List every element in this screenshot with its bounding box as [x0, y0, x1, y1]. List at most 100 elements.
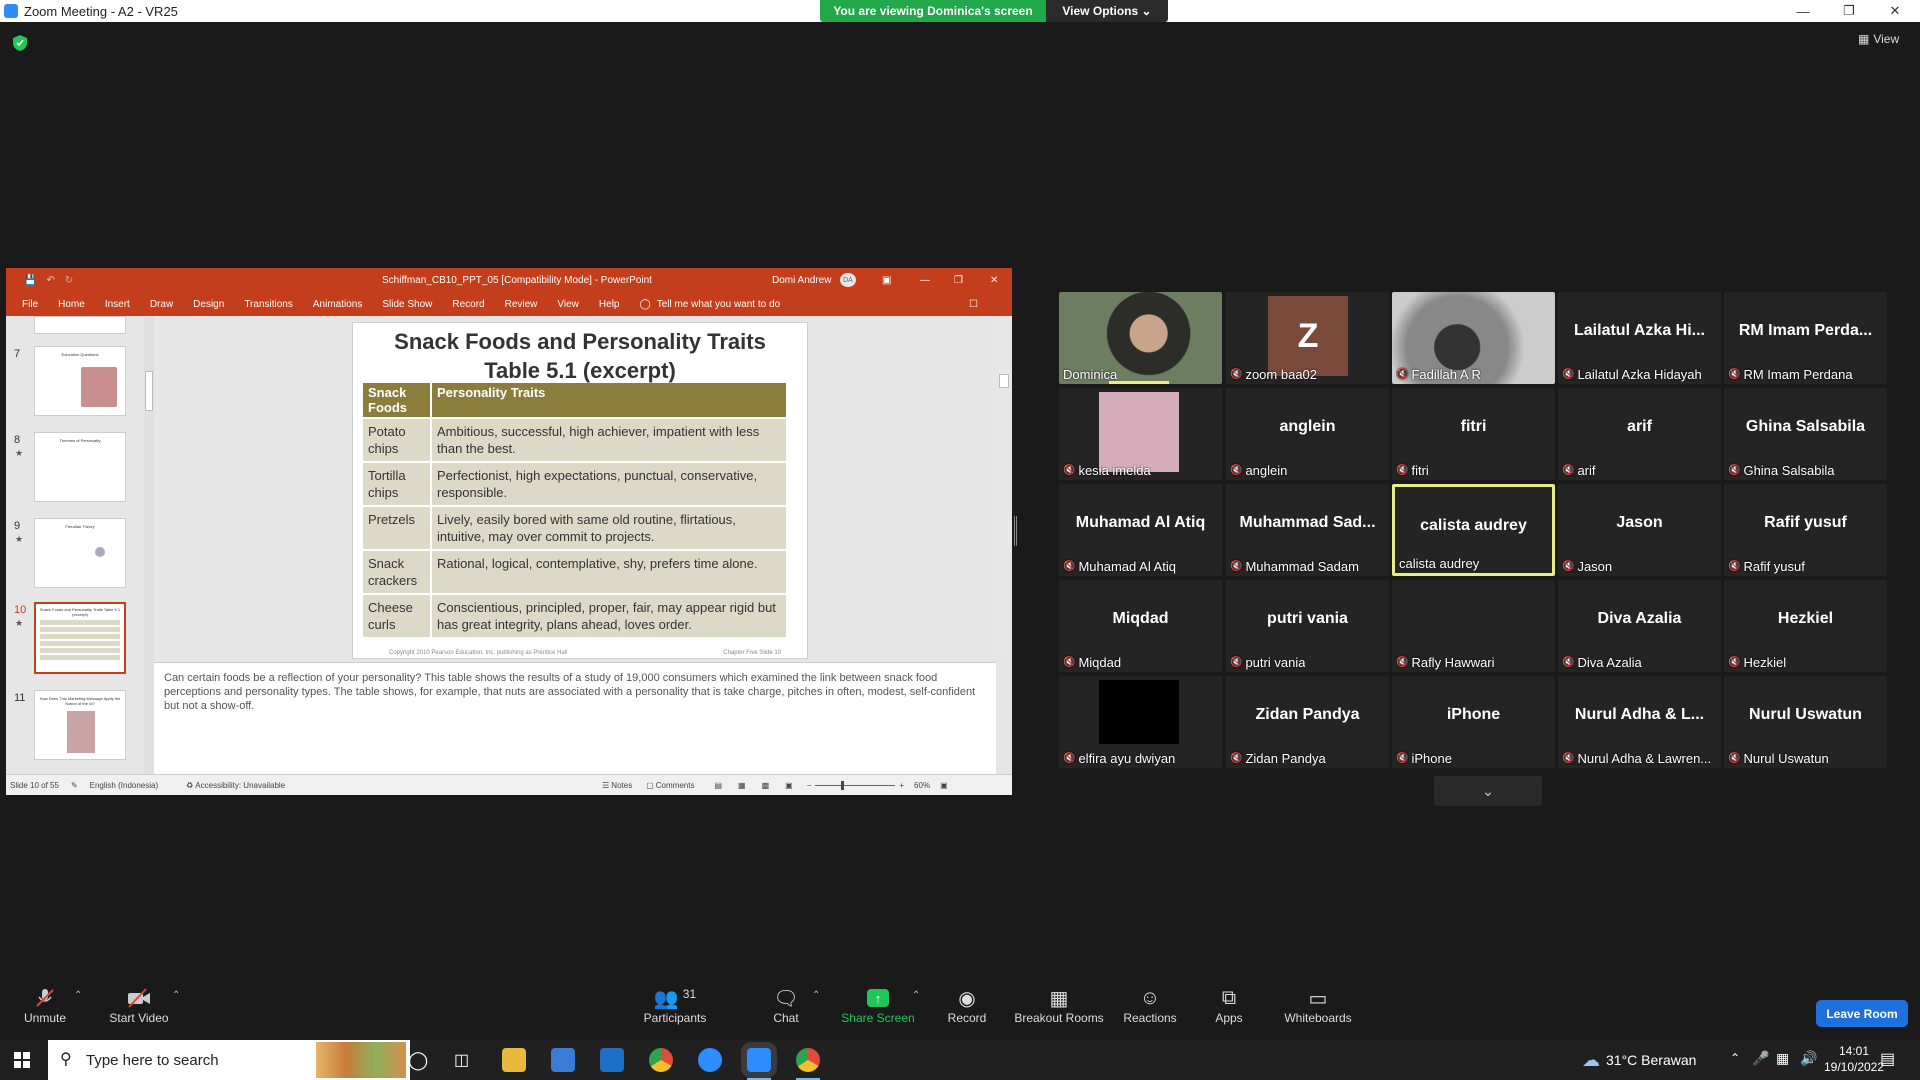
participant-tile[interactable]: Diva Azalia 🔇 Diva Azalia [1558, 580, 1721, 672]
share-options-caret[interactable]: ⌃ [912, 990, 920, 1001]
current-slide[interactable]: Snack Foods and Personality Traits Table… [352, 322, 808, 659]
participant-tile[interactable]: iPhone 🔇 iPhone [1392, 676, 1555, 768]
language-indicator[interactable]: English (Indonesia) [90, 781, 158, 790]
weather-widget[interactable]: ☁ 31°C Berawan [1582, 1040, 1696, 1080]
video-options-caret[interactable]: ⌃ [172, 990, 180, 1001]
ribbon-tab-transitions[interactable]: Transitions [244, 299, 293, 310]
participants-button[interactable]: 👥 31 Participants [640, 985, 710, 1025]
record-button[interactable]: ◉ Record [942, 985, 992, 1026]
slide-thumbnail-6[interactable] [34, 316, 126, 334]
gallery-next-page-button[interactable]: ⌄ [1434, 776, 1542, 806]
encryption-shield-icon[interactable] [12, 34, 28, 52]
participant-tile[interactable]: Lailatul Azka Hi... 🔇 Lailatul Azka Hidaya… [1558, 292, 1721, 384]
slide-thumbnail-7[interactable]: Education Questions [34, 346, 126, 416]
ribbon-tab-help[interactable]: Help [599, 299, 620, 310]
thumbnails-scrollbar[interactable] [144, 316, 154, 774]
participant-tile[interactable]: Muhammad Sad... 🔇 Muhammad Sadam [1226, 484, 1389, 576]
spellcheck-icon[interactable]: ✎ [71, 781, 78, 790]
accessibility-status[interactable]: Accessibility: Unavailable [195, 781, 285, 790]
participant-tile[interactable]: 🔇 kesia imelda [1059, 388, 1222, 480]
ribbon-tab-file[interactable]: File [22, 299, 38, 310]
participant-tile[interactable]: RM Imam Perda... 🔇 RM Imam Perdana [1724, 292, 1887, 384]
view-options-button[interactable]: View Options ⌄ [1046, 0, 1168, 22]
task-view-icon[interactable]: ◫ [454, 1050, 469, 1070]
reactions-button[interactable]: ☺ Reactions [1122, 985, 1178, 1026]
zoom-taskbar-icon[interactable] [741, 1042, 777, 1078]
ribbon-tab-slide-show[interactable]: Slide Show [382, 299, 432, 310]
ppt-maximize-button[interactable]: ❐ [954, 275, 963, 286]
split-resize-handle[interactable] [1014, 516, 1017, 546]
zoom-slider-thumb[interactable] [841, 780, 845, 790]
microphone-icon[interactable]: 🎤 [1752, 1050, 1769, 1067]
ribbon-display-icon[interactable]: ▣ [882, 275, 891, 286]
participant-tile[interactable]: Ghina Salsabila 🔇 Ghina Salsabila [1724, 388, 1887, 480]
maximize-button[interactable]: ❐ [1826, 0, 1872, 22]
participant-tile[interactable]: Hezkiel 🔇 Hezkiel [1724, 580, 1887, 672]
participant-tile[interactable]: Rafif yusuf 🔇 Rafif yusuf [1724, 484, 1887, 576]
chrome-icon[interactable] [649, 1048, 673, 1072]
ribbon-tab-review[interactable]: Review [505, 299, 538, 310]
windows-start-icon[interactable] [14, 1052, 30, 1073]
unmute-button[interactable]: Unmute [20, 985, 70, 1025]
store-icon[interactable] [551, 1048, 575, 1072]
comments-toggle[interactable]: Comments [656, 781, 695, 790]
participant-tile[interactable]: fitri 🔇 fitri [1392, 388, 1555, 480]
ribbon-tab-draw[interactable]: Draw [150, 299, 173, 310]
participant-tile[interactable]: putri vania 🔇 putri vania [1226, 580, 1389, 672]
slide-scrollbar[interactable] [998, 316, 1010, 656]
apps-button[interactable]: ⧉ Apps [1214, 985, 1244, 1026]
taskbar-search-box[interactable]: ⚲ Type here to search [48, 1040, 410, 1080]
participant-tile[interactable]: 🔇 Rafly Hawwari [1392, 580, 1555, 672]
ribbon-tab-animations[interactable]: Animations [313, 299, 362, 310]
scrollbar-thumb[interactable] [145, 371, 153, 411]
network-icon[interactable]: ▦ [1776, 1050, 1789, 1067]
chat-options-caret[interactable]: ⌃ [812, 990, 820, 1001]
participant-tile[interactable]: Nurul Adha & L... 🔇 Nurul Adha & Lawren... [1558, 676, 1721, 768]
participant-tile[interactable]: 🔇 Fadillah A R [1392, 292, 1555, 384]
participant-tile[interactable]: Zidan Pandya 🔇 Zidan Pandya [1226, 676, 1389, 768]
participant-tile[interactable]: Z 🔇 zoom baa02 [1226, 292, 1389, 384]
zoom-level[interactable]: 60% [914, 781, 930, 790]
chrome-profile-icon[interactable] [796, 1048, 820, 1072]
ribbon-tab-record[interactable]: Record [452, 299, 484, 310]
file-explorer-icon[interactable] [502, 1048, 526, 1072]
participant-tile[interactable]: Miqdad 🔇 Miqdad [1059, 580, 1222, 672]
zoom-in-button[interactable]: + [899, 781, 904, 790]
whiteboards-button[interactable]: ▭ Whiteboards [1282, 985, 1354, 1026]
teamviewer-icon[interactable] [698, 1048, 722, 1072]
save-icon[interactable]: 💾 [24, 275, 36, 286]
audio-options-caret[interactable]: ⌃ [74, 990, 82, 1001]
ppt-user-avatar[interactable]: DA [840, 273, 856, 287]
participant-tile[interactable]: 🔇 elfira ayu dwiyan [1059, 676, 1222, 768]
ribbon-tab-design[interactable]: Design [193, 299, 224, 310]
ribbon-tab-insert[interactable]: Insert [105, 299, 130, 310]
fit-slide-icon[interactable]: ▣ [940, 781, 948, 790]
tell-me-search[interactable]: Tell me what you want to do [657, 299, 780, 310]
slide-thumbnail-10-selected[interactable]: Snack Foods and Personality Traits Table… [34, 602, 126, 674]
share-screen-button[interactable]: ↑ Share Screen [840, 985, 916, 1025]
ribbon-tab-home[interactable]: Home [58, 299, 85, 310]
breakout-rooms-button[interactable]: ▦ Breakout Rooms [1012, 985, 1106, 1026]
speaker-notes[interactable]: Can certain foods be a reflection of you… [154, 662, 996, 774]
cortana-icon[interactable]: ◯ [408, 1050, 428, 1071]
participant-tile[interactable]: Dominica [1059, 292, 1222, 384]
undo-icon[interactable]: ↶ [46, 275, 54, 286]
redo-icon[interactable]: ↻ [65, 275, 73, 286]
participant-tile[interactable]: calista audrey calista audrey [1392, 484, 1555, 576]
participant-tile[interactable]: Jason 🔇 Jason [1558, 484, 1721, 576]
start-video-button[interactable]: Start Video [104, 985, 174, 1025]
comments-icon[interactable]: ☐ [969, 299, 978, 310]
close-button[interactable]: ✕ [1872, 0, 1918, 22]
slide-thumbnail-8[interactable]: Theories of Personality [34, 432, 126, 502]
slide-thumbnail-11[interactable]: How Does This Marketing Message Apply th… [34, 690, 126, 760]
ribbon-tab-view[interactable]: View [557, 299, 579, 310]
scrollbar-thumb[interactable] [999, 374, 1009, 388]
tray-overflow-icon[interactable]: ⌃ [1730, 1051, 1740, 1065]
slide-thumbnail-9[interactable]: Freudian Theory [34, 518, 126, 588]
zoom-out-button[interactable]: − [807, 781, 812, 790]
slide-sorter-icon[interactable]: ▦ [738, 781, 746, 790]
slideshow-icon[interactable]: ▣ [785, 781, 793, 790]
normal-view-icon[interactable]: ▤ [714, 781, 722, 790]
mail-icon[interactable] [600, 1048, 624, 1072]
leave-room-button[interactable]: Leave Room [1816, 1000, 1908, 1027]
